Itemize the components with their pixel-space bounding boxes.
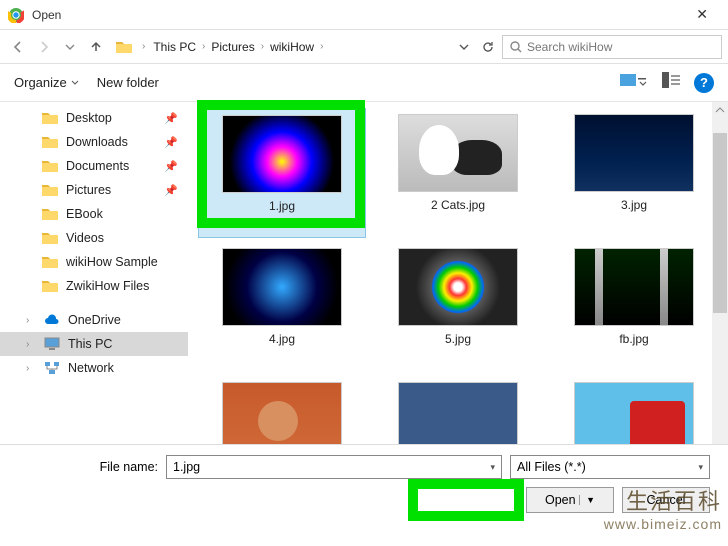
sidebar-item-zwikihow-files[interactable]: ZwikiHow Files [0, 274, 188, 298]
network-icon [44, 360, 60, 376]
back-button[interactable] [6, 35, 30, 59]
sidebar-item-downloads[interactable]: Downloads📌 [0, 130, 188, 154]
scrollbar[interactable] [712, 102, 728, 444]
sidebar-item-documents[interactable]: Documents📌 [0, 154, 188, 178]
filename-label: File name: [18, 460, 158, 474]
folder-icon [42, 158, 58, 174]
file-label: 3.jpg [621, 198, 647, 212]
window-title: Open [32, 8, 61, 22]
file-label: 1.jpg [269, 199, 295, 213]
file-item[interactable]: 5.jpg [374, 242, 542, 372]
up-button[interactable] [84, 35, 108, 59]
folder-icon [42, 254, 58, 270]
search-icon [509, 40, 523, 54]
folder-icon [42, 206, 58, 222]
thumbnail [222, 248, 342, 326]
file-grid: 1.jpg 2 Cats.jpg 3.jpg 4.jpg 5.jpg fb.jpg [188, 102, 728, 444]
file-item[interactable] [198, 376, 366, 444]
file-item[interactable] [550, 376, 718, 444]
sidebar-item-videos[interactable]: Videos [0, 226, 188, 250]
sidebar-item-desktop[interactable]: Desktop📌 [0, 106, 188, 130]
file-item[interactable] [374, 376, 542, 444]
folder-icon [42, 182, 58, 198]
file-label: 2 Cats.jpg [431, 198, 485, 212]
sidebar-item-ebook[interactable]: EBook [0, 202, 188, 226]
breadcrumb: This PC › Pictures › wikiHow › [149, 35, 500, 59]
nav-row: › This PC › Pictures › wikiHow › Search … [0, 30, 728, 64]
file-item[interactable]: 4.jpg [198, 242, 366, 372]
chevron-right-icon[interactable]: › [259, 41, 266, 52]
thumbnail [398, 114, 518, 192]
file-label: fb.jpg [619, 332, 648, 346]
breadcrumb-dropdown[interactable] [452, 35, 476, 59]
forward-button[interactable] [32, 35, 56, 59]
title-bar: Open ✕ [0, 0, 728, 30]
search-placeholder: Search wikiHow [527, 40, 612, 54]
pin-icon: 📌 [164, 184, 178, 197]
file-item[interactable]: 3.jpg [550, 108, 718, 238]
folder-icon [42, 110, 58, 126]
toolbar: Organize New folder ? [0, 64, 728, 102]
expand-icon[interactable]: › [26, 363, 36, 374]
file-item[interactable]: fb.jpg [550, 242, 718, 372]
scroll-thumb[interactable] [713, 133, 727, 313]
crumb-pictures[interactable]: Pictures [207, 38, 258, 56]
folder-icon [114, 37, 134, 57]
bottom-bar: File name: 1.jpg ▾ All Files (*.*) ▾ Ope… [0, 444, 728, 521]
pin-icon: 📌 [164, 136, 178, 149]
crumb-this-pc[interactable]: This PC [149, 38, 200, 56]
open-button[interactable]: Open ▼ [526, 487, 614, 513]
expand-icon[interactable]: › [26, 315, 36, 326]
thumbnail [574, 248, 694, 326]
organize-menu[interactable]: Organize [14, 75, 79, 90]
thumbnail [574, 114, 694, 192]
sidebar-item-this-pc[interactable]: ›This PC [0, 332, 188, 356]
sidebar-item-pictures[interactable]: Pictures📌 [0, 178, 188, 202]
thumbnail [398, 248, 518, 326]
chevron-right-icon[interactable]: › [200, 41, 207, 52]
folder-icon [42, 278, 58, 294]
file-label: 5.jpg [445, 332, 471, 346]
file-filter-dropdown[interactable]: All Files (*.*) ▾ [510, 455, 710, 479]
file-item[interactable]: 1.jpg [198, 108, 366, 238]
highlight-frame [408, 479, 524, 521]
new-folder-button[interactable]: New folder [97, 75, 159, 90]
chevron-down-icon[interactable]: ▾ [698, 462, 703, 473]
view-thumbnails-button[interactable] [620, 72, 648, 93]
folder-icon [42, 134, 58, 150]
search-input[interactable]: Search wikiHow [502, 35, 722, 59]
thumbnail [398, 382, 518, 444]
pin-icon: 📌 [164, 160, 178, 173]
cloud-icon [44, 312, 60, 328]
close-button[interactable]: ✕ [684, 2, 720, 27]
file-item[interactable]: 2 Cats.jpg [374, 108, 542, 238]
chevron-down-icon[interactable]: ▾ [490, 462, 495, 473]
thumbnail [574, 382, 694, 444]
sidebar: Desktop📌Downloads📌Documents📌Pictures📌EBo… [0, 102, 188, 444]
sidebar-item-network[interactable]: ›Network [0, 356, 188, 380]
sidebar-item-wikihow-sample[interactable]: wikiHow Sample [0, 250, 188, 274]
pin-icon: 📌 [164, 112, 178, 125]
thumbnail [222, 115, 342, 193]
crumb-wikihow[interactable]: wikiHow [266, 38, 318, 56]
filename-input[interactable]: 1.jpg ▾ [166, 455, 502, 479]
thumbnail [222, 382, 342, 444]
pc-icon [44, 336, 60, 352]
help-button[interactable]: ? [694, 73, 714, 93]
sidebar-item-onedrive[interactable]: ›OneDrive [0, 308, 188, 332]
view-details-button[interactable] [662, 72, 680, 93]
cancel-button[interactable]: Cancel [622, 487, 710, 513]
folder-icon [42, 230, 58, 246]
expand-icon[interactable]: › [26, 339, 36, 350]
refresh-button[interactable] [476, 35, 500, 59]
chevron-right-icon[interactable]: › [140, 41, 147, 52]
chrome-icon [8, 7, 24, 23]
body: Desktop📌Downloads📌Documents📌Pictures📌EBo… [0, 102, 728, 444]
file-label: 4.jpg [269, 332, 295, 346]
chevron-right-icon[interactable]: › [318, 41, 325, 52]
recent-dropdown[interactable] [58, 35, 82, 59]
